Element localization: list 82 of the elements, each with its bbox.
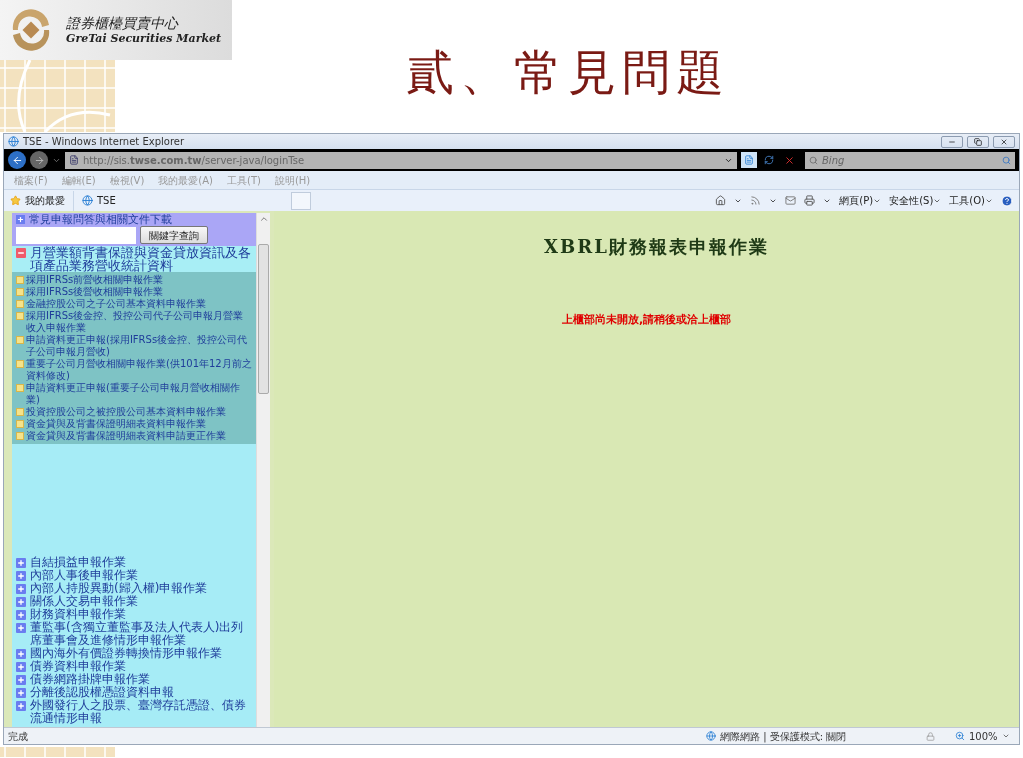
keyword-field[interactable] xyxy=(16,226,136,244)
favorites-button[interactable]: 我的最愛 xyxy=(10,193,65,208)
menu-group-link[interactable]: 債券資料申報作業 xyxy=(30,660,126,673)
close-icon xyxy=(1000,137,1008,146)
menu-group-link[interactable]: 債券網路掛牌申報作業 xyxy=(30,673,150,686)
page-icon xyxy=(16,360,24,368)
mail-icon[interactable] xyxy=(785,195,797,206)
logo-english-name: GreTai Securities Market xyxy=(66,32,222,46)
collapse-icon[interactable] xyxy=(16,248,26,258)
expand-icon[interactable] xyxy=(16,215,25,224)
page-icon xyxy=(16,384,24,392)
expand-icon[interactable] xyxy=(16,701,26,711)
zoom-button[interactable]: 100% xyxy=(955,728,1015,744)
scrollbar[interactable] xyxy=(256,213,270,727)
menu-group-link[interactable]: 內部人持股異動(歸入權)申報作業 xyxy=(30,582,208,595)
minimize-button[interactable] xyxy=(941,135,963,148)
menu-group-link[interactable]: 外國發行人之股票、臺灣存託憑證、債券流通情形申報 xyxy=(30,699,252,725)
star-icon xyxy=(10,195,21,206)
menu-item-link[interactable]: 資金貸與及背書保證明細表資料申請更正作業 xyxy=(26,430,226,442)
browser-tab[interactable]: TSE xyxy=(73,190,283,211)
help-icon[interactable] xyxy=(1001,194,1013,207)
notice-message: 上櫃部尚未開放,請稍後或洽上櫃部 xyxy=(561,312,732,328)
expand-icon[interactable] xyxy=(16,688,26,698)
command-menu[interactable]: 網頁(P) xyxy=(839,193,882,208)
menu-group-link[interactable]: 常見申報問答與相關文件下載 xyxy=(29,213,172,226)
menu-item-link[interactable]: 採用IFRSs前營收相關申報作業 xyxy=(26,274,164,286)
expand-icon[interactable] xyxy=(16,675,26,685)
back-icon xyxy=(11,154,23,166)
search-icon[interactable] xyxy=(1002,155,1011,165)
menu-item-link[interactable]: 投資控股公司之被控股公司基本資料申報作業 xyxy=(26,406,226,418)
expand-icon[interactable] xyxy=(16,610,26,620)
browser-logo-icon xyxy=(8,136,19,147)
expand-icon[interactable] xyxy=(16,571,26,581)
close-button[interactable] xyxy=(993,135,1015,148)
restore-icon xyxy=(974,137,982,146)
expand-icon[interactable] xyxy=(16,649,26,659)
page-heading: XBRL財務報表申報作業 xyxy=(544,235,769,259)
menu-group-link[interactable]: 財務資料申報作業 xyxy=(30,608,126,621)
scrollbar-thumb[interactable] xyxy=(258,244,269,394)
page-icon xyxy=(16,336,24,344)
menu-group-link[interactable]: 自結損益申報作業 xyxy=(30,556,126,569)
keyword-search-button[interactable]: 關鍵字查詢 xyxy=(140,226,208,244)
page-icon xyxy=(69,155,79,165)
search-icon xyxy=(809,155,818,165)
menu-item-link[interactable]: 申請資料更正申報(重要子公司申報月營收相關作業) xyxy=(26,382,252,406)
expand-icon[interactable] xyxy=(16,597,26,607)
back-button[interactable] xyxy=(8,151,26,169)
print-icon[interactable] xyxy=(804,195,816,206)
menu-group-link[interactable]: 分離後認股權憑證資料申報 xyxy=(30,686,174,699)
home-icon[interactable] xyxy=(715,195,727,206)
menu-group-link[interactable]: 國內海外有價證券轉換情形申報作業 xyxy=(30,647,222,660)
zoom-icon xyxy=(955,731,965,741)
browser-logo-icon xyxy=(82,195,93,206)
menu-group-link[interactable]: 內部人事後申報作業 xyxy=(30,569,138,582)
forward-icon xyxy=(33,154,45,166)
window-title: TSE - Windows Internet Explorer xyxy=(23,136,185,147)
expand-icon[interactable] xyxy=(16,584,26,594)
lock-icon xyxy=(926,731,935,741)
menu-item-link[interactable]: 採用IFRSs後營收相關申報作業 xyxy=(26,286,164,298)
status-zone: 網際網路 | 受保護模式: 關閉 xyxy=(706,728,926,744)
expand-icon[interactable] xyxy=(16,662,26,672)
menu-item-link[interactable]: 資金貸與及背書保證明細表資料申報作業 xyxy=(26,418,206,430)
forward-button[interactable] xyxy=(30,151,48,169)
scroll-up-icon[interactable] xyxy=(258,214,269,224)
expand-icon[interactable] xyxy=(16,558,26,568)
command-menu[interactable]: 工具(O) xyxy=(949,193,993,208)
status-text: 完成 xyxy=(8,729,28,744)
slide-title: 貳、常見問題 xyxy=(405,42,730,102)
caret-icon xyxy=(1001,732,1010,740)
expand-icon[interactable] xyxy=(16,623,26,633)
menu-item-link[interactable]: 申請資料更正申報(採用IFRSs後金控、投控公司代子公司申報月營收) xyxy=(26,334,252,358)
logo-name: 證券櫃檯買賣中心 xyxy=(66,14,180,32)
menu-group-link[interactable]: 月營業額背書保證與資金貸放資訊及各項產品業務營收統計資料 xyxy=(30,246,252,272)
menu-item-link[interactable]: 重要子公司月營收相關申報作業(供101年12月前之資料修改) xyxy=(26,358,252,382)
restore-button[interactable] xyxy=(967,135,989,148)
globe-icon xyxy=(706,731,716,741)
rss-icon[interactable] xyxy=(750,195,762,206)
menu-group-link[interactable]: 董監事(含獨立董監事及法人代表人)出列席董事會及進修情形申報作業 xyxy=(30,621,252,647)
command-menu[interactable]: 安全性(S) xyxy=(889,193,942,208)
menu-group-link[interactable]: 關係人交易申報作業 xyxy=(30,595,138,608)
menu-item-link[interactable]: 採用IFRSs後金控、投控公司代子公司申報月營業收入申報作業 xyxy=(26,310,252,334)
menu-item-link[interactable]: 金融控股公司之子公司基本資料申報作業 xyxy=(26,298,206,310)
